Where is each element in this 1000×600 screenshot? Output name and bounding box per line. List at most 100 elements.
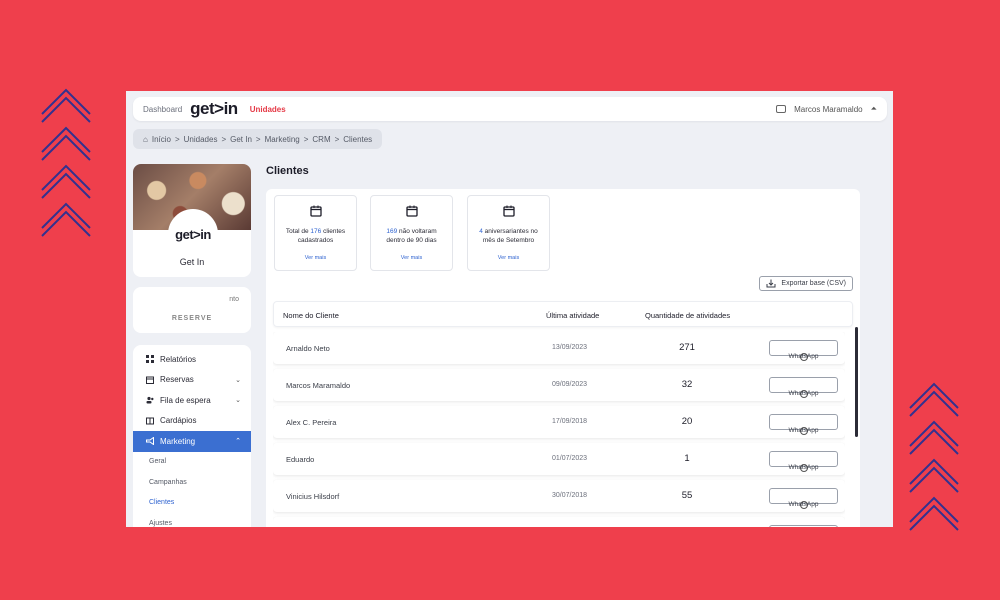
whatsapp-label: WhatsApp xyxy=(788,353,819,360)
whatsapp-button[interactable]: WhatsApp xyxy=(769,488,838,509)
whatsapp-label: WhatsApp xyxy=(788,501,819,508)
clients-table-body: Arnaldo Neto 13/09/2023 271 WhatsApp Mar… xyxy=(273,332,845,527)
sidebar-item-reservas[interactable]: Reservas ⌄ xyxy=(133,370,251,391)
dashboard-link[interactable]: Dashboard xyxy=(143,105,182,114)
whatsapp-label: WhatsApp xyxy=(788,464,819,471)
store-icon xyxy=(776,105,787,113)
profile-avatar: get>in xyxy=(168,209,218,259)
breadcrumb-item[interactable]: Unidades xyxy=(184,135,218,144)
user-menu[interactable]: Marcos Maramaldo ⏶ xyxy=(776,104,877,114)
stat-text: 169 não voltaram dentro de 90 dias xyxy=(371,227,452,245)
stat-number: 169 xyxy=(386,228,398,235)
sidebar-menu: Relatórios Reservas ⌄ Fila de espera ⌄ C… xyxy=(133,345,251,527)
brand-logo[interactable]: get>in xyxy=(190,99,238,119)
whatsapp-button[interactable]: WhatsApp xyxy=(769,340,838,361)
export-csv-button[interactable]: Exportar base (CSV) xyxy=(759,276,853,291)
client-name: Arnaldo Neto xyxy=(286,344,330,353)
home-icon: ⌂ xyxy=(143,134,148,144)
sidebar-subitem-clientes[interactable]: Clientes xyxy=(133,493,251,514)
client-name: Marcos Maramaldo xyxy=(286,381,351,390)
stat-card-not-returned: 169 não voltaram dentro de 90 dias Ver m… xyxy=(370,195,453,271)
units-link[interactable]: Unidades xyxy=(250,105,286,114)
whatsapp-button[interactable]: WhatsApp xyxy=(769,451,838,472)
table-row: WhatsApp xyxy=(273,517,845,527)
reserve-text: nto xyxy=(229,296,239,303)
stat-text: 4 aniversariantes no mês de Setembro xyxy=(468,227,549,245)
megaphone-icon xyxy=(146,437,154,446)
sidebar-item-label: Reservas xyxy=(160,375,194,385)
sidebar-item-label: Relatórios xyxy=(160,354,197,364)
people-icon xyxy=(146,397,154,404)
breadcrumb-item[interactable]: Marketing xyxy=(265,135,300,144)
export-label: Exportar base (CSV) xyxy=(781,280,846,287)
stat-card-total: Total de 176 clientes cadastrados Ver ma… xyxy=(274,195,357,271)
chevron-decoration-right xyxy=(908,382,960,532)
last-activity-date: 17/09/2018 xyxy=(552,418,588,425)
whatsapp-button[interactable]: WhatsApp xyxy=(769,525,838,527)
stat-text: Total de 176 clientes cadastrados xyxy=(275,227,356,245)
stat-number: 176 xyxy=(310,228,322,235)
clients-panel: Total de 176 clientes cadastrados Ver ma… xyxy=(266,189,860,527)
profile-card: get>in Get In xyxy=(133,164,251,277)
sidebar-item-label: Cardápios xyxy=(160,416,197,426)
breadcrumb-item[interactable]: Clientes xyxy=(343,135,372,144)
table-row: Marcos Maramaldo 09/09/2023 32 WhatsApp xyxy=(273,369,845,401)
calendar-icon xyxy=(309,205,322,217)
activity-count: 32 xyxy=(681,379,693,390)
stat-text-post: aniversariantes no mês de Setembro xyxy=(482,228,538,244)
caret-up-icon: ⏶ xyxy=(870,104,877,113)
sidebar-item-label: Fila de espera xyxy=(160,395,211,405)
sidebar-subitem-geral[interactable]: Geral xyxy=(133,452,251,473)
last-activity-date: 30/07/2018 xyxy=(552,492,588,499)
whatsapp-label: WhatsApp xyxy=(788,427,819,434)
last-activity-date: 13/09/2023 xyxy=(552,344,588,351)
activity-count: 55 xyxy=(681,490,693,501)
breadcrumb-item[interactable]: CRM xyxy=(312,135,330,144)
client-name: Vinicius Hilsdorf xyxy=(286,492,340,501)
reserve-label: RESERVE xyxy=(171,315,213,322)
table-row: Eduardo 01/07/2023 1 WhatsApp xyxy=(273,443,845,475)
table-header: Nome do Cliente Última atividade Quantid… xyxy=(273,301,853,327)
sidebar-item-relatorios[interactable]: Relatórios xyxy=(133,349,251,370)
sidebar-subitem-ajustes[interactable]: Ajustes xyxy=(133,513,251,527)
client-name: Eduardo xyxy=(286,455,315,464)
see-more-link[interactable]: Ver mais xyxy=(468,255,549,261)
book-icon xyxy=(146,417,154,425)
column-header-last-activity[interactable]: Última atividade xyxy=(546,311,599,320)
table-scrollbar[interactable] xyxy=(855,327,858,437)
chevron-down-icon: ⌄ xyxy=(235,397,241,405)
table-row: Arnaldo Neto 13/09/2023 271 WhatsApp xyxy=(273,332,845,364)
sidebar-item-label: Marketing xyxy=(160,436,196,446)
column-header-activity-count[interactable]: Quantidade de atividades xyxy=(645,311,730,320)
column-header-name[interactable]: Nome do Cliente xyxy=(283,311,339,320)
sidebar-subitem-campanhas[interactable]: Campanhas xyxy=(133,472,251,493)
page-title: Clientes xyxy=(266,165,309,177)
user-name: Marcos Maramaldo xyxy=(794,104,863,114)
activity-count: 271 xyxy=(679,342,695,353)
chevron-decoration-left xyxy=(40,88,92,238)
download-icon xyxy=(766,279,776,288)
last-activity-date: 01/07/2023 xyxy=(552,455,588,462)
breadcrumb-item[interactable]: Get In xyxy=(230,135,252,144)
see-more-link[interactable]: Ver mais xyxy=(275,255,356,261)
breadcrumb-item[interactable]: Início xyxy=(152,135,171,144)
sidebar-item-fila-de-espera[interactable]: Fila de espera ⌄ xyxy=(133,390,251,411)
grid-icon xyxy=(146,355,154,364)
sidebar-item-marketing[interactable]: Marketing ⌃ xyxy=(133,431,251,452)
calendar-icon xyxy=(146,376,154,384)
sidebar-item-cardapios[interactable]: Cardápios xyxy=(133,411,251,432)
profile-name: Get In xyxy=(179,257,205,267)
table-row: Alex C. Pereira 17/09/2018 20 WhatsApp xyxy=(273,406,845,438)
activity-count: 20 xyxy=(681,416,693,427)
chevron-up-icon: ⌃ xyxy=(235,438,241,446)
whatsapp-button[interactable]: WhatsApp xyxy=(769,414,838,435)
stat-text-pre: Total de xyxy=(285,228,311,235)
see-more-link[interactable]: Ver mais xyxy=(371,255,452,261)
reserve-card: nto RESERVE xyxy=(133,287,251,333)
stat-card-birthdays: 4 aniversariantes no mês de Setembro Ver… xyxy=(467,195,550,271)
whatsapp-button[interactable]: WhatsApp xyxy=(769,377,838,398)
table-row: Vinicius Hilsdorf 30/07/2018 55 WhatsApp xyxy=(273,480,845,512)
whatsapp-label: WhatsApp xyxy=(788,390,819,397)
top-bar: Dashboard get>in Unidades Marcos Maramal… xyxy=(133,97,887,121)
calendar-icon xyxy=(405,205,418,217)
